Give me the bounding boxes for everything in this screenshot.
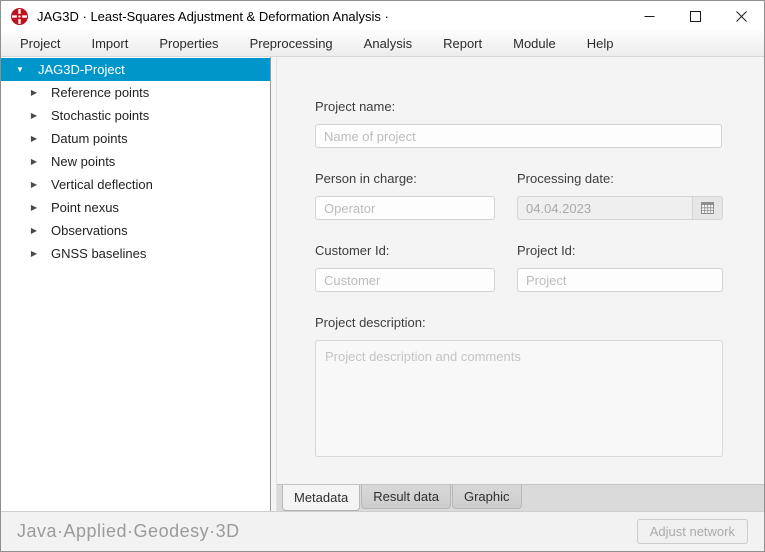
menu-bar: Project Import Properties Preprocessing … [1,31,764,57]
app-logo-icon [11,8,28,25]
tree-item-label: Stochastic points [51,108,149,123]
project-name-field-group: Project name: [315,99,722,148]
menu-help[interactable]: Help [576,31,625,56]
project-description-field-group: Project description: [315,315,722,462]
tree-item-label: JAG3D-Project [38,62,125,77]
tree-item-stochastic-points[interactable]: ▶ Stochastic points [1,104,270,127]
tree-item-new-points[interactable]: ▶ New points [1,150,270,173]
maximize-button[interactable] [672,1,718,31]
calendar-icon [701,202,714,214]
project-name-label: Project name: [315,99,722,114]
chevron-collapsed-icon[interactable]: ▶ [29,157,39,166]
status-bar: Java·Applied·Geodesy·3D Adjust network [1,511,764,551]
close-button[interactable] [718,1,764,31]
menu-import[interactable]: Import [80,31,139,56]
processing-date-input[interactable] [518,197,692,219]
menu-preprocessing[interactable]: Preprocessing [239,31,344,56]
tree-item-label: Reference points [51,85,149,100]
menu-properties[interactable]: Properties [148,31,229,56]
adjust-network-button[interactable]: Adjust network [637,519,748,544]
project-description-textarea[interactable] [315,340,723,457]
person-in-charge-input[interactable] [315,196,495,220]
tree-item-label: Observations [51,223,128,238]
customer-id-label: Customer Id: [315,243,495,258]
tree-item-label: Datum points [51,131,128,146]
chevron-collapsed-icon[interactable]: ▶ [29,111,39,120]
project-tree: ▼ JAG3D-Project ▶ Reference points ▶ Sto… [1,57,271,511]
tree-item-label: New points [51,154,115,169]
window-controls [626,1,764,31]
menu-report[interactable]: Report [432,31,493,56]
project-id-label: Project Id: [517,243,723,258]
tab-graphic[interactable]: Graphic [452,485,522,509]
chevron-expanded-icon[interactable]: ▼ [15,65,25,74]
tab-result-data[interactable]: Result data [361,485,451,509]
detail-panel: Project name: Person in charge: Processi… [277,57,764,511]
customer-id-field-group: Customer Id: [315,243,495,292]
metadata-form: Project name: Person in charge: Processi… [277,57,764,484]
customer-id-input[interactable] [315,268,495,292]
brand-text: Java·Applied·Geodesy·3D [17,521,240,542]
tree-item-reference-points[interactable]: ▶ Reference points [1,81,270,104]
main-area: ▼ JAG3D-Project ▶ Reference points ▶ Sto… [1,57,764,511]
chevron-collapsed-icon[interactable]: ▶ [29,226,39,235]
processing-date-picker [517,196,723,220]
app-window: JAG3D · Least-Squares Adjustment & Defor… [0,0,765,552]
tree-item-label: Vertical deflection [51,177,153,192]
tab-bar: Metadata Result data Graphic [277,484,764,511]
chevron-collapsed-icon[interactable]: ▶ [29,134,39,143]
chevron-collapsed-icon[interactable]: ▶ [29,249,39,258]
window-title: JAG3D · Least-Squares Adjustment & Defor… [37,9,389,24]
tree-item-point-nexus[interactable]: ▶ Point nexus [1,196,270,219]
calendar-button[interactable] [692,197,722,219]
tree-item-label: GNSS baselines [51,246,146,261]
tree-item-observations[interactable]: ▶ Observations [1,219,270,242]
project-name-input[interactable] [315,124,722,148]
chevron-collapsed-icon[interactable]: ▶ [29,203,39,212]
chevron-collapsed-icon[interactable]: ▶ [29,180,39,189]
person-in-charge-label: Person in charge: [315,171,495,186]
tree-item-jag3d-project[interactable]: ▼ JAG3D-Project [1,58,270,81]
minimize-button[interactable] [626,1,672,31]
tree-item-label: Point nexus [51,200,119,215]
tree-item-datum-points[interactable]: ▶ Datum points [1,127,270,150]
menu-module[interactable]: Module [502,31,567,56]
tree-item-gnss-baselines[interactable]: ▶ GNSS baselines [1,242,270,265]
processing-date-field-group: Processing date: [517,171,723,220]
title-bar: JAG3D · Least-Squares Adjustment & Defor… [1,1,764,31]
person-in-charge-field-group: Person in charge: [315,171,495,220]
project-id-input[interactable] [517,268,723,292]
project-id-field-group: Project Id: [517,243,723,292]
menu-project[interactable]: Project [9,31,71,56]
menu-analysis[interactable]: Analysis [353,31,423,56]
processing-date-label: Processing date: [517,171,723,186]
tab-metadata[interactable]: Metadata [282,485,360,511]
project-description-label: Project description: [315,315,722,330]
tree-item-vertical-deflection[interactable]: ▶ Vertical deflection [1,173,270,196]
chevron-collapsed-icon[interactable]: ▶ [29,88,39,97]
